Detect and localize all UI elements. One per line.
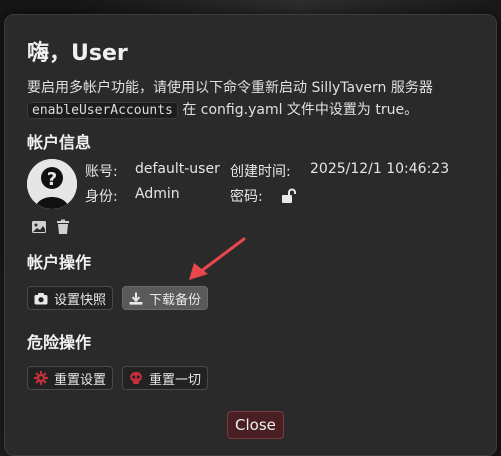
password-label: 密码:: [230, 189, 263, 205]
account-info-heading: 帐户信息: [27, 133, 92, 152]
download-icon: [129, 292, 143, 305]
download-backup-label: 下载备份: [149, 292, 202, 308]
skull-icon: [130, 371, 142, 384]
role-value: Admin: [135, 186, 180, 202]
created-value: 2025/12/1 10:46:23: [310, 161, 450, 177]
trash-icon[interactable]: [55, 219, 71, 235]
notice-text: 要启用多帐户功能，请使用以下命令重新启动 SillyTavern 服务器: [27, 80, 433, 96]
silhouette-avatar-icon: ?: [27, 159, 77, 209]
close-button[interactable]: Close: [227, 411, 284, 439]
camera-icon: [34, 292, 48, 304]
username-value: default-user: [135, 161, 220, 177]
reset-settings-label: 重置设置: [54, 372, 107, 388]
role-label: 身份:: [85, 189, 118, 205]
account-actions-heading: 帐户操作: [27, 253, 92, 272]
gear-icon: [34, 371, 48, 385]
dialog-title: 嗨，User: [27, 41, 128, 66]
unlock-icon[interactable]: [280, 188, 296, 204]
reset-settings-button[interactable]: 重置设置: [27, 366, 114, 390]
user-account-dialog: 嗨，User 要启用多帐户功能，请使用以下命令重新启动 SillyTavern …: [4, 14, 497, 456]
avatar[interactable]: ?: [27, 159, 77, 209]
image-icon[interactable]: [31, 219, 47, 235]
created-label: 创建时间:: [230, 164, 291, 180]
danger-zone-heading: 危险操作: [27, 333, 92, 352]
reset-all-button[interactable]: 重置一切: [122, 366, 209, 390]
pointer-arrow-icon: [189, 237, 246, 280]
multi-account-notice: 要启用多帐户功能，请使用以下命令重新启动 SillyTavern 服务器 ena…: [27, 77, 487, 122]
snapshot-button[interactable]: 设置快照: [27, 286, 114, 310]
notice-code: enableUserAccounts: [27, 102, 178, 119]
reset-all-label: 重置一切: [149, 372, 202, 388]
username-label: 账号:: [85, 164, 118, 180]
svg-text:?: ?: [47, 169, 57, 190]
download-backup-button[interactable]: 下载备份: [122, 286, 209, 310]
snapshot-label: 设置快照: [54, 292, 107, 308]
notice-text-after: 在 config.yaml 文件中设置为 true。: [177, 102, 419, 118]
